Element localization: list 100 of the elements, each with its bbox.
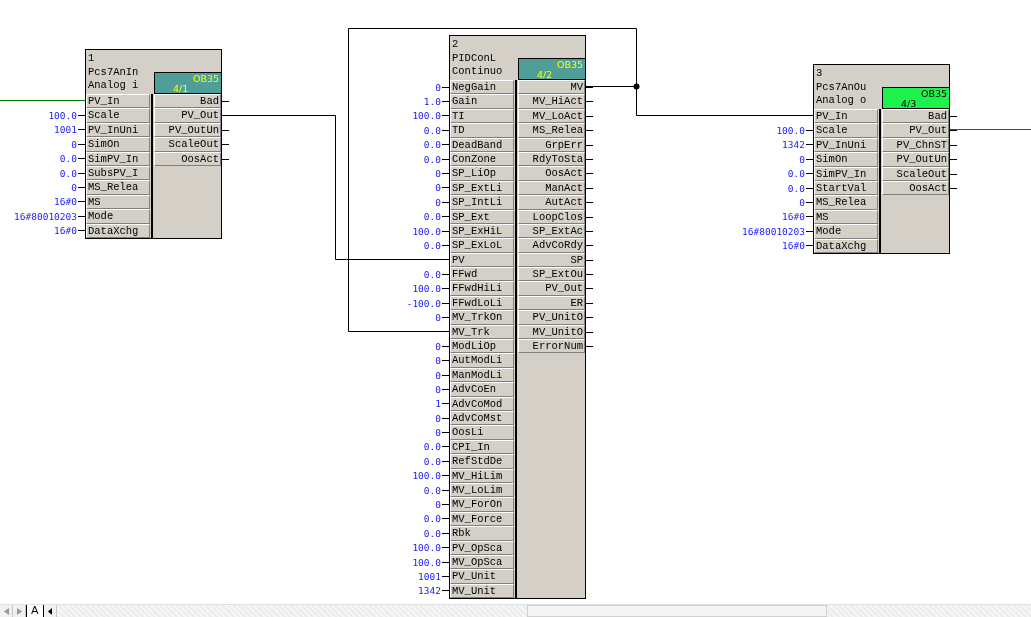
output-pin[interactable]: SP_ExtOu — [518, 267, 585, 282]
input-value[interactable]: 0 — [435, 497, 449, 512]
input-pin[interactable]: TI — [450, 108, 514, 124]
input-value[interactable]: 100.0 — [776, 123, 813, 138]
input-pin[interactable]: RefStdDe — [450, 454, 514, 469]
function-block[interactable]: 3 Pcs7AnOu Analog o OB35 4/3 PV_In Scale PV_InUni SimOn SimPV_In StartVal MS_Relea MS Mode DataXchg Bad PV_Out PV_ChnST PV_OutUn ScaleOut OosAct — [813, 64, 950, 254]
input-value[interactable]: 0 — [71, 137, 85, 152]
output-pin[interactable]: SP_ExtAc — [518, 223, 585, 239]
input-pin[interactable]: SimPV_In — [86, 151, 150, 166]
output-pin[interactable]: SP — [518, 252, 585, 268]
input-value[interactable]: 0.0 — [423, 482, 449, 498]
input-value[interactable]: 0 — [71, 180, 85, 195]
input-value[interactable]: 0 — [435, 80, 449, 95]
output-pin[interactable]: PV_OutUn — [154, 122, 221, 138]
input-pin[interactable]: MS_Relea — [814, 195, 878, 210]
input-pin[interactable]: SimPV_In — [814, 166, 878, 181]
output-pin[interactable]: Bad — [882, 109, 949, 124]
input-value[interactable]: 0.0 — [423, 137, 449, 152]
input-pin[interactable]: PV_In — [814, 109, 878, 124]
input-value[interactable]: 0.0 — [423, 439, 449, 455]
input-value[interactable]: 0 — [435, 411, 449, 426]
output-pin[interactable]: AutAct — [518, 195, 585, 210]
input-value[interactable]: 0.0 — [423, 526, 449, 541]
output-pin[interactable]: LoopClos — [518, 209, 585, 224]
input-value[interactable]: 16#80010203 — [742, 224, 813, 239]
output-pin[interactable]: Bad — [154, 94, 221, 109]
input-pin[interactable]: DeadBand — [450, 137, 514, 152]
input-value[interactable]: 0 — [799, 152, 813, 167]
input-pin[interactable]: MS_Relea — [86, 180, 150, 195]
input-value[interactable]: 0.0 — [423, 123, 449, 138]
output-pin[interactable]: PV_UnitO — [518, 310, 585, 325]
output-pin[interactable]: MV_UnitO — [518, 324, 585, 340]
output-pin[interactable]: MS_Relea — [518, 123, 585, 138]
input-pin[interactable]: SP_IntLi — [450, 195, 514, 210]
input-value[interactable]: 0 — [435, 166, 449, 181]
output-pin[interactable]: GrpErr — [518, 137, 585, 152]
input-value[interactable]: 0.0 — [423, 238, 449, 253]
input-value[interactable]: 100.0 — [412, 468, 449, 483]
input-pin[interactable]: MV_Unit — [450, 583, 514, 599]
input-pin[interactable]: MV_LoLim — [450, 482, 514, 498]
input-pin[interactable]: PV_InUni — [814, 137, 878, 153]
input-value[interactable]: 100.0 — [412, 108, 449, 124]
input-pin[interactable]: ManModLi — [450, 367, 514, 383]
input-value[interactable]: 0.0 — [423, 151, 449, 167]
input-value[interactable]: 0.0 — [423, 511, 449, 527]
input-pin[interactable]: AdvCoEn — [450, 382, 514, 397]
input-pin[interactable]: OosLi — [450, 425, 514, 440]
input-pin[interactable]: AdvCoMst — [450, 411, 514, 426]
input-value[interactable]: 1.0 — [423, 94, 449, 109]
input-value[interactable]: 0.0 — [787, 166, 813, 181]
output-pin[interactable]: RdyToSta — [518, 151, 585, 167]
output-pin[interactable]: PV_Out — [518, 281, 585, 296]
input-pin[interactable]: ConZone — [450, 151, 514, 167]
input-value[interactable]: 0 — [435, 310, 449, 325]
input-pin[interactable]: SimOn — [86, 137, 150, 152]
input-value[interactable]: 1342 — [418, 583, 449, 599]
function-block[interactable] — [449, 35, 586, 600]
input-pin[interactable]: CPI_In — [450, 439, 514, 455]
input-pin[interactable]: PV_In — [86, 94, 150, 109]
input-value[interactable]: 0.0 — [59, 165, 85, 181]
sheet-tab[interactable]: A — [26, 605, 44, 617]
input-pin[interactable]: SP_ExLoL — [450, 238, 514, 253]
input-pin[interactable]: MV_Force — [450, 511, 514, 527]
input-pin[interactable]: Scale — [86, 108, 150, 123]
input-value[interactable]: 100.0 — [48, 108, 85, 123]
input-pin[interactable]: MV_Trk — [450, 324, 514, 340]
output-pin[interactable]: MV_HiAct — [518, 94, 585, 109]
input-pin[interactable]: Mode — [86, 209, 150, 224]
input-value[interactable]: 100.0 — [412, 540, 449, 555]
output-pin[interactable]: ScaleOut — [882, 166, 949, 181]
input-pin[interactable]: MV_HiLim — [450, 468, 514, 483]
input-pin[interactable]: Gain — [450, 94, 514, 109]
input-pin[interactable]: MS — [86, 194, 150, 210]
output-pin[interactable]: AdvCoRdy — [518, 238, 585, 253]
output-pin[interactable]: OosAct — [154, 151, 221, 166]
input-value[interactable]: 1001 — [418, 569, 449, 584]
input-pin[interactable]: FFwdLoLi — [450, 295, 514, 311]
input-pin[interactable]: PV_Unit — [450, 569, 514, 584]
input-value[interactable]: 0 — [435, 180, 449, 196]
input-pin[interactable]: FFwd — [450, 267, 514, 282]
input-value[interactable]: -100.0 — [406, 295, 449, 311]
input-value[interactable]: 1 — [435, 396, 449, 411]
input-pin[interactable]: PV — [450, 252, 514, 268]
input-pin[interactable]: FFwdHiLi — [450, 281, 514, 296]
input-value[interactable]: 0 — [435, 425, 449, 440]
output-pin[interactable]: ER — [518, 295, 585, 311]
input-value[interactable]: 0 — [799, 195, 813, 210]
horizontal-scrollbar[interactable] — [56, 605, 1031, 617]
output-pin[interactable]: PV_ChnST — [882, 137, 949, 153]
input-pin[interactable]: MV_OpSca — [450, 554, 514, 570]
output-pin[interactable]: ManAct — [518, 180, 585, 196]
output-pin[interactable]: MV — [518, 80, 585, 95]
input-pin[interactable]: AutModLi — [450, 353, 514, 368]
input-value[interactable]: 1001 — [54, 122, 85, 138]
output-pin[interactable]: PV_OutUn — [882, 152, 949, 167]
output-pin[interactable]: ErrorNum — [518, 339, 585, 354]
input-value[interactable]: 0 — [435, 339, 449, 354]
input-value[interactable]: 0.0 — [787, 180, 813, 196]
input-pin[interactable]: SimOn — [814, 152, 878, 167]
input-value[interactable]: 100.0 — [412, 223, 449, 239]
